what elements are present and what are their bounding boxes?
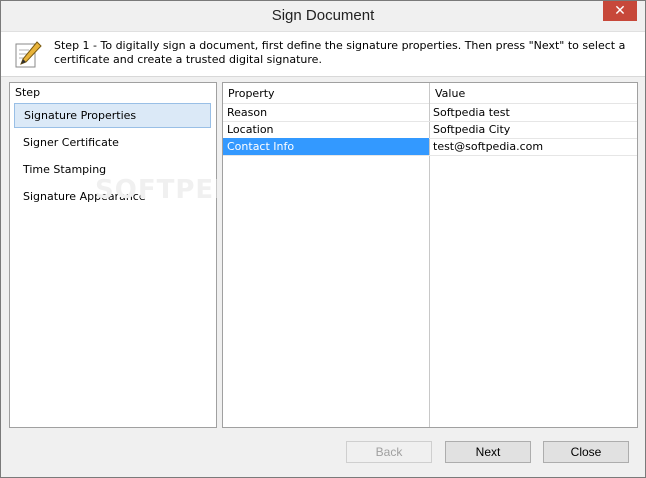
property-cell: Location (227, 123, 274, 136)
close-button[interactable]: Close (543, 441, 629, 463)
sign-document-window: Sign Document ✕ Step 1 - To digitally si… (0, 0, 646, 478)
value-cell[interactable]: Softpedia test (430, 104, 637, 121)
window-title: Sign Document (271, 7, 375, 24)
next-button[interactable]: Next (445, 441, 531, 463)
table-row[interactable]: Contact Info test@softpedia.com (223, 138, 637, 156)
property-cell: Reason (227, 106, 268, 119)
wizard-header: Step 1 - To digitally sign a document, f… (1, 31, 645, 77)
column-header-value[interactable]: Value (435, 87, 465, 100)
steps-panel: Step Signature Properties Signer Certifi… (9, 82, 217, 428)
step-signer-certificate[interactable]: Signer Certificate (14, 130, 211, 155)
column-header-property[interactable]: Property (228, 87, 275, 100)
value-cell[interactable]: test@softpedia.com (430, 138, 637, 155)
property-grid: Property Value Reason Softpedia test Loc… (222, 82, 638, 428)
window-close-button[interactable]: ✕ (603, 1, 637, 21)
table-row[interactable]: Location Softpedia City (223, 121, 637, 139)
steps-header: Step (15, 86, 41, 99)
table-row[interactable]: Reason Softpedia test (223, 104, 637, 122)
value-cell[interactable]: Softpedia City (430, 121, 637, 138)
pen-paper-icon (15, 41, 42, 68)
wizard-instructions: Step 1 - To digitally sign a document, f… (54, 39, 626, 66)
step-signature-properties[interactable]: Signature Properties (14, 103, 211, 128)
back-button[interactable]: Back (346, 441, 432, 463)
property-cell: Contact Info (223, 138, 429, 155)
title-bar: Sign Document ✕ (1, 1, 645, 31)
grid-header: Property Value (223, 83, 637, 104)
